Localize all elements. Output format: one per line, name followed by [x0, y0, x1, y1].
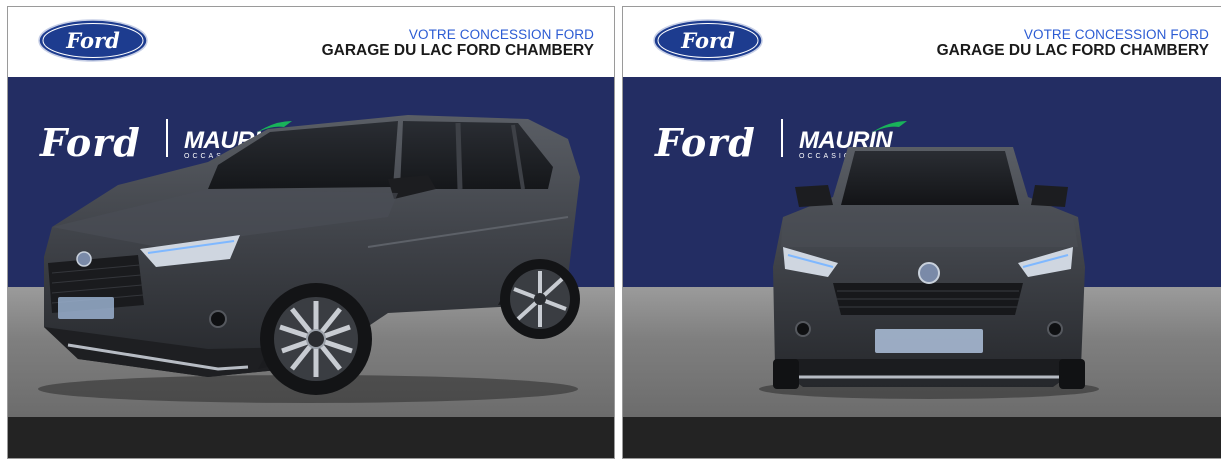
dealer-header-text: VOTRE CONCESSION FORD GARAGE DU LAC FORD…	[322, 27, 594, 60]
vehicle-photo: Ford MAURIN OCCASIONS	[8, 77, 614, 417]
header-line-1: VOTRE CONCESSION FORD	[408, 27, 594, 42]
photo-header: Ford VOTRE CONCESSION FORD GARAGE DU LAC…	[8, 7, 614, 77]
ford-oval-logo-icon: Ford	[38, 19, 148, 62]
photo-panel-left[interactable]: Ford VOTRE CONCESSION FORD GARAGE DU LAC…	[7, 6, 615, 459]
vehicle-photo: Ford MAURIN OCCASIONS	[623, 77, 1221, 417]
ford-oval-text: Ford	[680, 28, 735, 53]
dealer-header-text: VOTRE CONCESSION FORD GARAGE DU LAC FORD…	[937, 27, 1209, 60]
photo-panel-right[interactable]: Ford VOTRE CONCESSION FORD GARAGE DU LAC…	[622, 6, 1221, 459]
header-line-2: GARAGE DU LAC FORD CHAMBERY	[936, 42, 1209, 59]
suv-front-image	[759, 147, 1099, 399]
bottom-bar	[8, 417, 614, 458]
photo-header: Ford VOTRE CONCESSION FORD GARAGE DU LAC…	[623, 7, 1221, 77]
ford-oval-logo-icon: Ford	[653, 19, 763, 62]
bottom-bar	[623, 417, 1221, 458]
ford-oval-text: Ford	[65, 28, 120, 53]
header-line-1: VOTRE CONCESSION FORD	[1023, 27, 1209, 42]
header-line-2: GARAGE DU LAC FORD CHAMBERY	[321, 42, 594, 59]
suv-three-quarter-image	[38, 115, 580, 403]
